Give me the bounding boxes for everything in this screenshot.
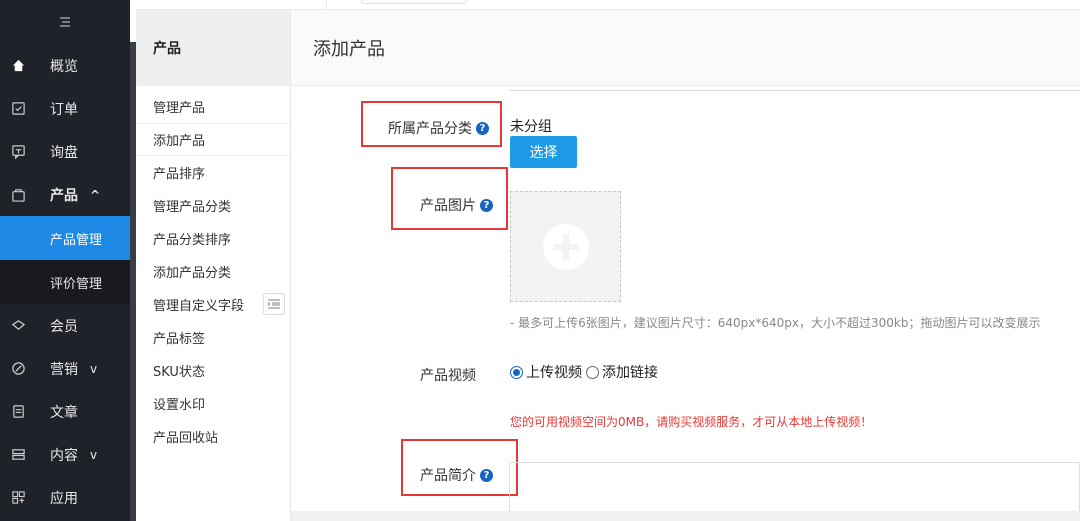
chevron-up-icon: ^ <box>90 187 101 202</box>
top-tab[interactable] <box>361 0 467 4</box>
sidebar-item-inquiry[interactable]: 询盘 <box>0 130 130 173</box>
chevron-down-icon: v <box>90 361 98 376</box>
main-sidebar: 概览 订单 询盘 产品 ^ 产品管理 评价管理 会员 营销 v 文章 内容 v … <box>0 0 130 521</box>
chevron-down-icon: v <box>90 447 98 462</box>
sidebar-item-label: 营销 <box>50 361 78 378</box>
plus-icon <box>542 223 589 270</box>
divider <box>326 0 327 10</box>
image-upload-box[interactable] <box>510 191 621 302</box>
video-label: 产品视频 <box>420 368 476 384</box>
image-hint: - 最多可上传6张图片，建议图片尺寸：640px*640px，大小不超过300k… <box>510 316 1041 330</box>
divider <box>509 90 1080 91</box>
home-icon <box>10 58 26 74</box>
help-icon[interactable]: ? <box>480 468 493 482</box>
sidebar-item-marketing[interactable]: 营销 v <box>0 347 130 390</box>
article-icon <box>10 404 26 420</box>
sidebar-subitem-review-management[interactable]: 评价管理 <box>0 260 130 304</box>
help-icon[interactable]: ? <box>480 198 493 212</box>
video-warning: 您的可用视频空间为0MB，请购买视频服务，才可从本地上传视频！ <box>510 415 873 429</box>
sidebar-item-label: 内容 <box>50 447 78 464</box>
menu-item-product-sort[interactable]: 产品排序 <box>136 156 290 189</box>
menu-item-sku-status[interactable]: SKU状态 <box>136 354 290 387</box>
video-radio-group: 上传视频 添加链接 <box>510 362 662 382</box>
page-title: 添加产品 <box>291 10 1080 86</box>
menu-item-recycle-bin[interactable]: 产品回收站 <box>136 420 290 453</box>
sidebar-item-label: 应用 <box>50 490 78 507</box>
menu-item-category-sort[interactable]: 产品分类排序 <box>136 222 290 255</box>
apps-icon <box>10 490 26 506</box>
sidebar-item-label: 询盘 <box>50 144 78 161</box>
help-icon[interactable]: ? <box>476 121 489 135</box>
main-content: 添加产品 所属产品分类 ? 未分组 选择 产品图片 ? - 最多可上传6张图片，… <box>291 10 1080 521</box>
collapse-menu-icon[interactable] <box>263 293 285 315</box>
sidebar-item-label: 产品 <box>50 187 78 204</box>
menu-item-add-category[interactable]: 添加产品分类 <box>136 255 290 288</box>
menu-item-add-product[interactable]: 添加产品 <box>136 123 290 156</box>
menu-item-product-tags[interactable]: 产品标签 <box>136 321 290 354</box>
bag-icon <box>10 187 26 203</box>
menu-item-manage-products[interactable]: 管理产品 <box>136 90 290 123</box>
sidebar-item-label: 订单 <box>50 101 78 118</box>
sidebar-item-label: 文章 <box>50 404 78 421</box>
category-label: 所属产品分类 ? <box>388 118 489 138</box>
sidebar-item-overview[interactable]: 概览 <box>0 44 130 87</box>
select-category-button[interactable]: 选择 <box>510 136 577 168</box>
radio-add-link[interactable] <box>586 365 599 379</box>
sidebar-item-products[interactable]: 产品 ^ <box>0 173 130 216</box>
intro-label: 产品简介 ? <box>420 465 493 485</box>
secondary-menu-title: 产品 <box>136 10 290 86</box>
sidebar-item-label: 概览 <box>50 58 78 75</box>
content-icon <box>10 447 26 463</box>
secondary-menu: 产品 管理产品 添加产品 产品排序 管理产品分类 产品分类排序 添加产品分类 管… <box>136 10 291 521</box>
menu-toggle-icon[interactable] <box>0 0 130 44</box>
sidebar-item-content[interactable]: 内容 v <box>0 433 130 476</box>
sidebar-item-label: 会员 <box>50 318 78 335</box>
inquiry-icon <box>10 144 26 160</box>
menu-item-watermark[interactable]: 设置水印 <box>136 387 290 420</box>
sidebar-item-apps[interactable]: 应用 <box>0 476 130 519</box>
bottom-strip <box>291 511 1080 521</box>
top-bar <box>136 0 1080 10</box>
sidebar-item-members[interactable]: 会员 <box>0 304 130 347</box>
member-icon <box>10 318 26 334</box>
marketing-icon <box>10 361 26 377</box>
category-value: 未分组 <box>510 119 552 135</box>
menu-item-manage-categories[interactable]: 管理产品分类 <box>136 189 290 222</box>
image-label: 产品图片 ? <box>420 195 493 215</box>
sidebar-subitem-product-management[interactable]: 产品管理 <box>0 216 130 260</box>
sidebar-item-articles[interactable]: 文章 <box>0 390 130 433</box>
sidebar-item-orders[interactable]: 订单 <box>0 87 130 130</box>
radio-upload-video[interactable] <box>510 365 523 379</box>
order-icon <box>10 101 26 117</box>
